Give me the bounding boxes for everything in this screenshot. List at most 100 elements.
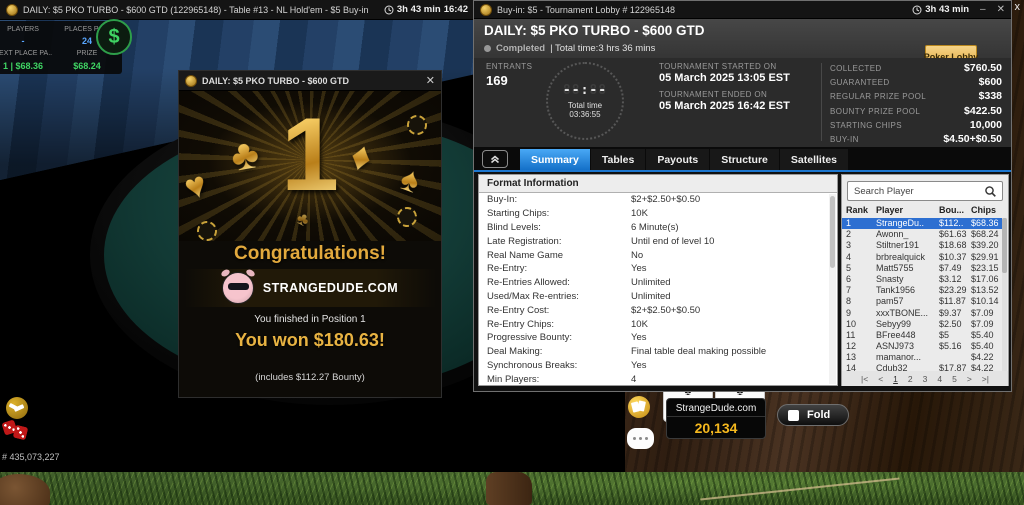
collapse-button[interactable]: [482, 150, 508, 168]
scrollbar-thumb[interactable]: [1002, 218, 1007, 273]
player-column-header: Player: [876, 205, 904, 215]
player-bounty: $3.12: [939, 273, 962, 284]
lobby-titlebar[interactable]: Buy-in: $5 - Tournament Lobby # 12296514…: [474, 1, 1011, 19]
tab-structure[interactable]: Structure: [710, 149, 779, 170]
deal-handshake-icon[interactable]: [6, 397, 28, 419]
chat-bubble-icon[interactable]: [627, 428, 654, 449]
player-name: Matt5755: [876, 262, 914, 273]
pagination-prev[interactable]: <: [878, 374, 883, 384]
player-name: mamanor...: [876, 352, 922, 363]
tab-tables[interactable]: Tables: [590, 149, 646, 170]
tab-summary[interactable]: Summary: [520, 149, 590, 170]
prize-stat-label: COLLECTED: [830, 64, 882, 73]
player-name: Snasty: [876, 273, 904, 284]
player-rank: 10: [846, 318, 857, 329]
chevron-double-up-icon: [491, 155, 499, 164]
session-clock: 3h 43 min 16:42: [384, 4, 468, 15]
prize-stat-value: $760.50: [964, 62, 1002, 74]
player-table-header: Rank Player Bou... Chips: [842, 205, 1008, 218]
format-info-value: $2+$2.50+$0.50: [631, 304, 701, 316]
ended-value: 05 March 2025 16:42 EST: [659, 100, 790, 112]
player-rank: 9: [846, 307, 852, 318]
player-bounty: $112..: [939, 218, 964, 228]
player-chips: $68.24: [971, 229, 999, 240]
prize-stats: COLLECTED $760.50 GUARANTEED $600 REGULAR PR…: [830, 62, 1002, 147]
table-window-titlebar[interactable]: DAILY: $5 PKO TURBO - $600 GTD (12296514…: [0, 0, 474, 20]
close-button[interactable]: ✕: [997, 4, 1005, 15]
player-bounty: $5: [939, 329, 950, 340]
pagination-page-1[interactable]: 1: [893, 374, 898, 384]
finish-position-text: You finished in Position 1: [254, 314, 366, 325]
divider: [821, 63, 822, 141]
player-row[interactable]: 5 Matt5755 $7.49 $23.15: [842, 263, 1004, 274]
player-row[interactable]: 8 pam57 $11.87 $10.14: [842, 296, 1004, 307]
pagination-next[interactable]: >: [967, 374, 972, 384]
tournament-status: Completed | Total time:3 hrs 36 mins: [484, 43, 655, 54]
search-icon[interactable]: [984, 185, 997, 198]
player-row[interactable]: 1 StrangeDu.. $112.. $68.36: [842, 218, 1004, 230]
tabs: Summary Tables Payouts Structure Satellites: [520, 149, 848, 170]
prize-value: $68.24: [73, 60, 101, 71]
player-name: Tank1956: [876, 285, 916, 296]
fold-button[interactable]: Fold: [777, 404, 849, 426]
player-row[interactable]: 10 Sebyy99 $2.50 $7.09: [842, 319, 1004, 330]
winner-name: STRANGEDUDE.COM: [262, 281, 399, 295]
pagination-page-4[interactable]: 4: [937, 374, 942, 384]
pagination: |< <1 2 3 4 5 > >|: [842, 371, 1008, 386]
player-name: StrangeDu..: [876, 218, 925, 228]
pagination-page-3[interactable]: 3: [923, 374, 928, 384]
tournament-timer: 88:88 --:-- Total time 03:36:55: [546, 62, 624, 140]
player-row[interactable]: 11 BFree448 $5 $5.40: [842, 330, 1004, 341]
player-rank: 11: [846, 329, 856, 340]
pagination-page-2[interactable]: 2: [908, 374, 913, 384]
player-chips: $29.91: [971, 251, 999, 262]
tab-satellites[interactable]: Satellites: [779, 149, 848, 170]
player-row[interactable]: 7 Tank1956 $23.29 $13.52: [842, 285, 1004, 296]
prize-stat-row: BUY-IN $4.50+$0.50: [830, 133, 1002, 147]
close-icon[interactable]: x: [1015, 1, 1021, 13]
search-player-input[interactable]: Search Player: [847, 181, 1003, 201]
search-placeholder: Search Player: [854, 185, 914, 197]
format-info-row: Late Registration: Until end of level 10: [479, 234, 837, 248]
close-icon[interactable]: ✕: [426, 74, 435, 87]
player-rank: 4: [846, 251, 852, 262]
fold-checkbox[interactable]: [788, 409, 799, 421]
session-duration: 3h 43 min: [925, 4, 970, 15]
scrollbar[interactable]: [1002, 218, 1007, 371]
player-row[interactable]: 3 Stiltner191 $18.68 $39.20: [842, 240, 1004, 251]
format-info-label: Re-Entry Chips:: [487, 318, 555, 330]
player-row[interactable]: 4 brbrealquick $10.37 $29.91: [842, 252, 1004, 263]
cards-icon[interactable]: [628, 396, 650, 418]
player-chips: $13.52: [971, 285, 999, 296]
dialog-titlebar[interactable]: DAILY: $5 PKO TURBO - $600 GTD ✕: [179, 71, 441, 91]
player-row[interactable]: 2 Awonn_ $61.63 $68.24: [842, 229, 1004, 240]
player-row[interactable]: 6 Snasty $3.12 $17.06: [842, 274, 1004, 285]
pagination-first[interactable]: |<: [861, 374, 868, 384]
player-rank: 8: [846, 296, 852, 307]
format-info-value: 10K: [631, 208, 648, 220]
pagination-page-5[interactable]: 5: [952, 374, 957, 384]
player-row[interactable]: 12 ASNJ973 $5.16 $5.40: [842, 341, 1004, 352]
player-name: xxxTBONE...: [876, 307, 929, 318]
player-row[interactable]: 9 xxxTBONE... $9.37 $7.09: [842, 308, 1004, 319]
format-information-panel: Format Information Buy-In: $2+$2.50+$0.50…: [478, 174, 838, 386]
player-row[interactable]: 13 mamanor... $4.22: [842, 352, 1004, 363]
timer-label: Total time: [567, 101, 603, 110]
prize-stat-value: $422.50: [964, 104, 1002, 117]
dialog-title: DAILY: $5 PKO TURBO - $600 GTD: [202, 75, 350, 86]
player-chips: $23.15: [971, 262, 999, 273]
dice-icon[interactable]: [12, 424, 29, 441]
format-info-row: Synchronous Breaks: Yes: [479, 359, 837, 373]
scrollbar[interactable]: [829, 194, 836, 384]
celebration-artwork: 1 ♣ ♥ ♦ ♠ ♣: [179, 91, 441, 241]
prize-stat-value: $338: [978, 90, 1002, 103]
prize-stat-label: REGULAR PRIZE POOL: [830, 92, 927, 102]
pagination-last[interactable]: >|: [982, 374, 989, 384]
winner-banner: STRANGEDUDE.COM: [179, 268, 441, 307]
scrollbar-thumb[interactable]: [830, 196, 835, 268]
player-name: BFree448: [876, 329, 916, 340]
minimize-button[interactable]: –: [980, 4, 986, 15]
player-ranking-panel: Search Player Rank Player Bou... Chips 1…: [841, 174, 1009, 386]
tab-payouts[interactable]: Payouts: [646, 149, 710, 170]
format-info-label: Re-Entry:: [487, 263, 528, 275]
